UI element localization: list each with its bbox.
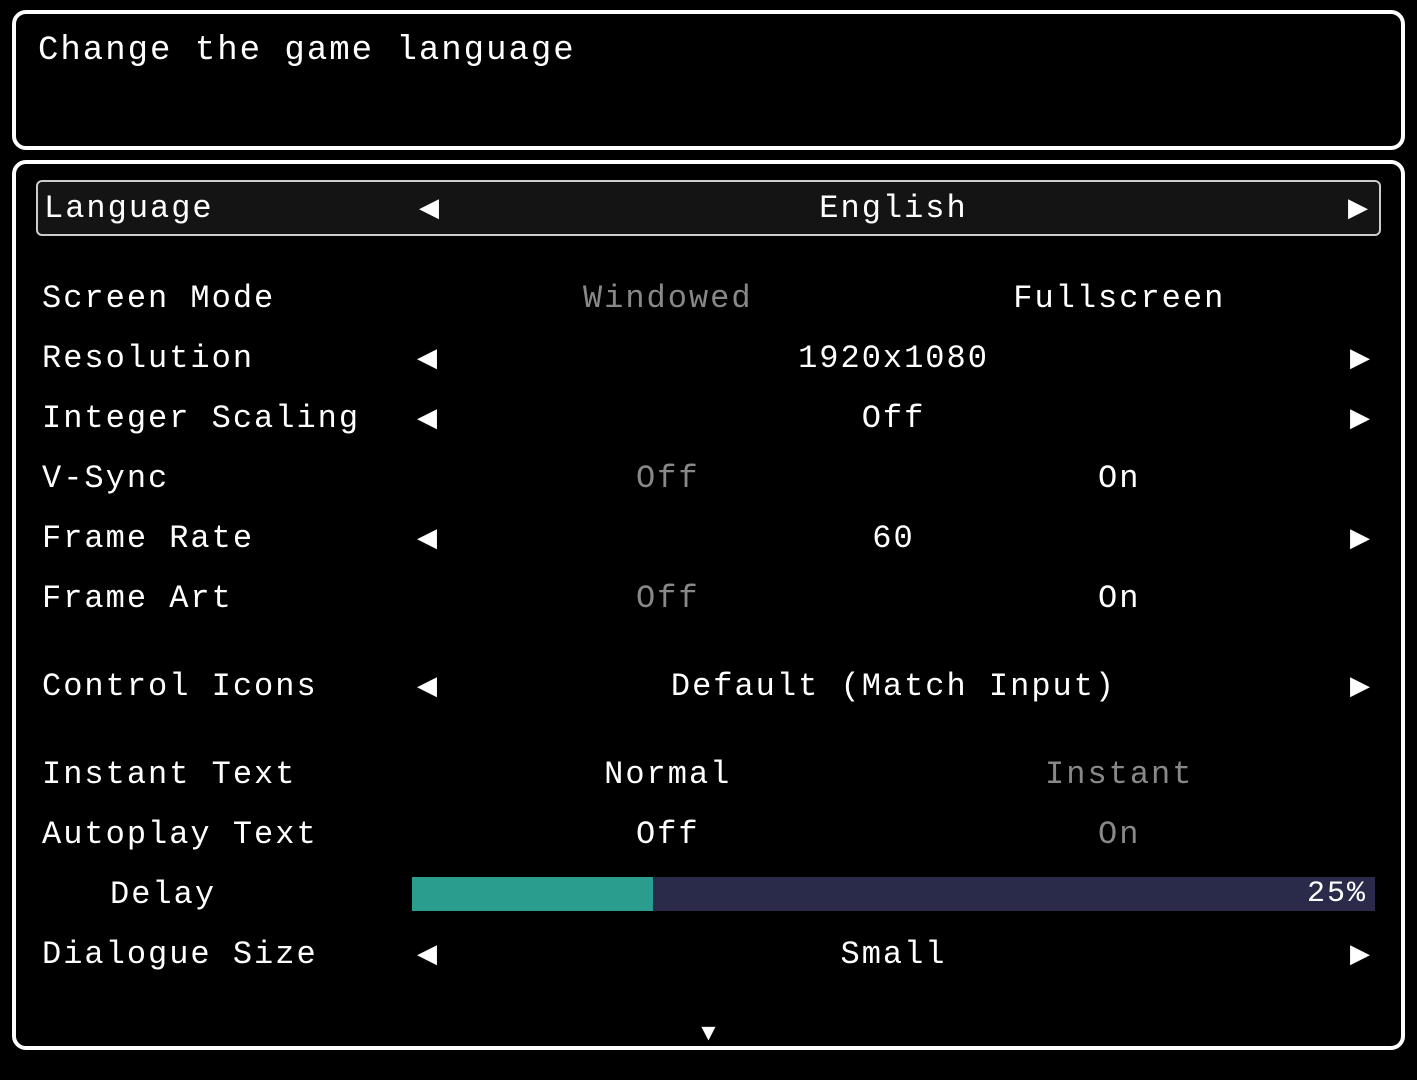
arrow-left-icon[interactable]: ◀ [412,403,442,434]
setting-dialogue-size[interactable]: Dialogue Size ◀ Small ▶ [36,928,1381,980]
spacer [36,632,1381,660]
label-vsync: V-Sync [42,460,412,497]
setting-instant-text[interactable]: Instant Text Normal Instant [36,748,1381,800]
scroll-down-icon[interactable]: ▼ [701,1021,715,1048]
label-dialogue-size: Dialogue Size [42,936,412,973]
instant-text-normal[interactable]: Normal [442,756,894,793]
label-delay: Delay [42,876,412,913]
value-frame-rate: 60 [442,520,1345,557]
vsync-off[interactable]: Off [442,460,894,497]
setting-frame-rate[interactable]: Frame Rate ◀ 60 ▶ [36,512,1381,564]
description-panel: Change the game language [12,10,1405,150]
autoplay-off[interactable]: Off [442,816,894,853]
setting-integer-scaling[interactable]: Integer Scaling ◀ Off ▶ [36,392,1381,444]
arrow-left-icon[interactable]: ◀ [414,193,444,224]
label-integer-scaling: Integer Scaling [42,400,412,437]
instant-text-instant[interactable]: Instant [894,756,1346,793]
delay-slider-fill [412,877,653,911]
setting-autoplay-text[interactable]: Autoplay Text Off On [36,808,1381,860]
vsync-on[interactable]: On [894,460,1346,497]
setting-resolution[interactable]: Resolution ◀ 1920x1080 ▶ [36,332,1381,384]
frame-art-off[interactable]: Off [442,580,894,617]
setting-delay[interactable]: Delay 25% [36,868,1381,920]
setting-screen-mode[interactable]: Screen Mode Windowed Fullscreen [36,272,1381,324]
label-instant-text: Instant Text [42,756,412,793]
screen-mode-windowed[interactable]: Windowed [442,280,894,317]
value-dialogue-size: Small [442,936,1345,973]
spacer [36,244,1381,272]
setting-frame-art[interactable]: Frame Art Off On [36,572,1381,624]
arrow-right-icon[interactable]: ▶ [1345,343,1375,374]
screen-mode-fullscreen[interactable]: Fullscreen [894,280,1346,317]
frame-art-on[interactable]: On [894,580,1346,617]
label-language: Language [44,190,414,227]
label-resolution: Resolution [42,340,412,377]
label-screen-mode: Screen Mode [42,280,412,317]
label-control-icons: Control Icons [42,668,412,705]
label-frame-art: Frame Art [42,580,412,617]
delay-percent: 25% [1307,877,1367,911]
arrow-left-icon[interactable]: ◀ [412,939,442,970]
label-autoplay-text: Autoplay Text [42,816,412,853]
arrow-right-icon[interactable]: ▶ [1345,939,1375,970]
value-control-icons: Default (Match Input) [442,668,1345,705]
description-text: Change the game language [38,32,1379,70]
arrow-right-icon[interactable]: ▶ [1345,523,1375,554]
spacer [36,720,1381,748]
arrow-left-icon[interactable]: ◀ [412,671,442,702]
arrow-right-icon[interactable]: ▶ [1343,193,1373,224]
setting-language[interactable]: Language ◀ English ▶ [36,180,1381,236]
arrow-right-icon[interactable]: ▶ [1345,671,1375,702]
autoplay-on[interactable]: On [894,816,1346,853]
setting-vsync[interactable]: V-Sync Off On [36,452,1381,504]
value-integer-scaling: Off [442,400,1345,437]
value-resolution: 1920x1080 [442,340,1345,377]
settings-panel: Language ◀ English ▶ Screen Mode Windowe… [12,160,1405,1050]
label-frame-rate: Frame Rate [42,520,412,557]
arrow-right-icon[interactable]: ▶ [1345,403,1375,434]
arrow-left-icon[interactable]: ◀ [412,343,442,374]
arrow-left-icon[interactable]: ◀ [412,523,442,554]
value-language: English [444,190,1343,227]
delay-slider[interactable]: 25% [412,877,1375,911]
setting-control-icons[interactable]: Control Icons ◀ Default (Match Input) ▶ [36,660,1381,712]
